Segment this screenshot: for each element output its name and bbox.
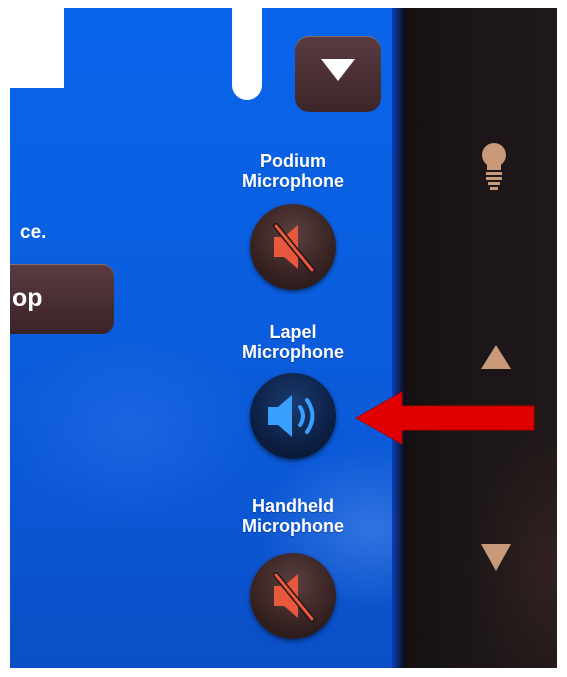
lapel-mic-label-line1: Lapel [269, 322, 317, 342]
handheld-mic-label-line1: Handheld [251, 496, 334, 516]
bezel-edge [392, 8, 406, 668]
speaker-on-icon [268, 395, 315, 437]
handheld-mic-label-line2: Microphone [242, 516, 344, 536]
text-display-box [10, 8, 64, 88]
action-button[interactable]: op [10, 264, 114, 334]
podium-mic-label-line2: Microphone [242, 171, 344, 191]
handheld-mic-label: Handheld Microphone [218, 496, 368, 536]
podium-mic-label-line1: Podium [260, 151, 326, 171]
lapel-mic-label-line2: Microphone [242, 342, 344, 362]
action-button-label: op [12, 284, 43, 312]
scroll-slider[interactable] [232, 8, 262, 100]
podium-mic-label: Podium Microphone [218, 151, 368, 191]
touch-panel-screen: ce. op Podium Microphone Lapel Microphon… [10, 8, 400, 668]
triangle-down-icon [321, 59, 355, 81]
speaker-muted-icon [273, 572, 315, 622]
red-arrow-icon [354, 391, 535, 445]
speaker-muted-icon [273, 223, 315, 273]
lightbulb-icon[interactable] [480, 140, 508, 192]
volume-up-icon[interactable] [480, 344, 512, 370]
podium-mic-mute-button[interactable] [250, 204, 336, 290]
panel-bezel [400, 8, 557, 668]
lapel-mic-label: Lapel Microphone [218, 322, 368, 362]
scroll-down-button[interactable] [295, 36, 381, 112]
instruction-text: ce. [20, 222, 47, 243]
volume-down-icon[interactable] [480, 542, 512, 572]
handheld-mic-mute-button[interactable] [250, 553, 336, 639]
lapel-mic-mute-button[interactable] [250, 373, 336, 459]
photo-stage: ce. op Podium Microphone Lapel Microphon… [0, 0, 567, 677]
